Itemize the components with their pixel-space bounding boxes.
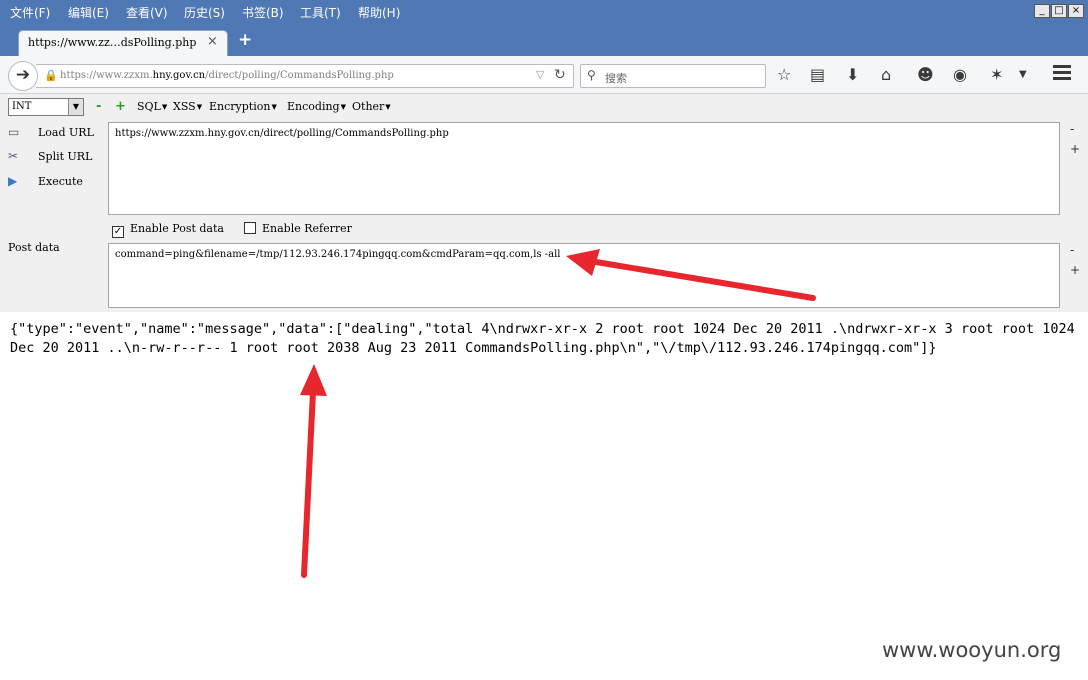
close-window-button[interactable]: ×: [1068, 4, 1084, 18]
back-arrow-icon: ➔: [15, 65, 31, 85]
post-data-textarea[interactable]: command=ping&filename=/tmp/112.93.246.17…: [108, 243, 1060, 308]
new-tab-button[interactable]: +: [238, 30, 252, 50]
menu-help[interactable]: 帮助(H): [358, 4, 400, 21]
post-shrink-button[interactable]: -: [1070, 243, 1074, 257]
load-url-icon: ▭: [8, 125, 20, 139]
menu-xss[interactable]: XSS▼: [173, 100, 202, 113]
menu-encoding[interactable]: Encoding▼: [287, 100, 346, 113]
plus-button[interactable]: +: [115, 99, 126, 114]
execute-button[interactable]: ▶ Execute: [8, 174, 83, 188]
menu-edit[interactable]: 编辑(E): [68, 4, 109, 21]
star-icon[interactable]: ☆: [777, 66, 791, 84]
reading-list-icon[interactable]: ▤: [810, 66, 825, 84]
home-icon[interactable]: ⌂: [881, 66, 891, 84]
smiley-icon[interactable]: ☻: [917, 66, 934, 84]
watermark: www.wooyun.org: [882, 638, 1062, 662]
execute-icon: ▶: [8, 174, 18, 188]
back-button[interactable]: ➔: [8, 61, 38, 91]
tab-close-icon[interactable]: ×: [207, 34, 218, 49]
enable-referrer-checkbox[interactable]: Enable Referrer: [244, 222, 352, 235]
menu-tools[interactable]: 工具(T): [300, 4, 341, 21]
type-select-value: INT: [12, 101, 32, 112]
enable-post-checkbox[interactable]: ✓ Enable Post data: [112, 222, 224, 238]
post-data-label: Post data: [8, 241, 60, 254]
maximize-button[interactable]: □: [1051, 4, 1067, 18]
url-textarea[interactable]: https://www.zzxm.hny.gov.cn/direct/polli…: [108, 122, 1060, 215]
url-shrink-button[interactable]: -: [1070, 122, 1074, 136]
menu-history[interactable]: 历史(S): [184, 4, 225, 21]
url-dropdown-icon[interactable]: ▽: [536, 68, 544, 81]
lock-icon: 🔒: [44, 69, 58, 82]
menu-encryption[interactable]: Encryption▼: [209, 100, 277, 113]
type-select[interactable]: INT ▼: [8, 98, 84, 116]
split-url-icon: ✂: [8, 149, 19, 163]
search-placeholder: 搜索: [605, 72, 627, 85]
url-bar[interactable]: 🔒 https://www.zzxm.hny.gov.cn/direct/pol…: [36, 64, 574, 88]
post-expand-button[interactable]: +: [1070, 263, 1080, 277]
load-url-button[interactable]: ▭ Load URL: [8, 125, 94, 139]
extension-icon[interactable]: ◉: [953, 66, 967, 84]
menu-bookmarks[interactable]: 书签(B): [242, 4, 284, 21]
tab-title: https://www.zz…dsPolling.php: [28, 36, 197, 49]
menu-sql[interactable]: SQL▼: [137, 100, 167, 113]
url-expand-button[interactable]: +: [1070, 142, 1080, 156]
menu-other[interactable]: Other▼: [352, 100, 391, 113]
menu-icon[interactable]: [1053, 65, 1071, 83]
download-icon[interactable]: ⬇: [846, 66, 859, 84]
annotation-arrow-response: [300, 364, 327, 578]
search-input[interactable]: ⚲ 搜索: [580, 64, 766, 88]
split-url-button[interactable]: ✂ Split URL: [8, 149, 92, 163]
tab-strip: https://www.zz…dsPolling.php × +: [0, 24, 1088, 56]
url-text: https://www.zzxm.hny.gov.cn/direct/polli…: [60, 70, 394, 81]
hackbar-panel: INT ▼ - + SQL▼ XSS▼ Encryption▼ Encoding…: [0, 94, 1088, 312]
search-icon: ⚲: [587, 68, 596, 82]
minus-button[interactable]: -: [96, 99, 101, 114]
window-controls: _ □ ×: [1034, 4, 1084, 18]
plugin-icon[interactable]: ✶: [990, 66, 1003, 84]
navigation-bar: 🔒 https://www.zzxm.hny.gov.cn/direct/pol…: [0, 56, 1088, 94]
menu-file[interactable]: 文件(F): [10, 4, 50, 21]
menu-bar: 文件(F) 编辑(E) 查看(V) 历史(S) 书签(B) 工具(T) 帮助(H…: [0, 0, 1088, 24]
response-body: {"type":"event","name":"message","data":…: [10, 321, 1075, 356]
minimize-button[interactable]: _: [1034, 4, 1050, 18]
chevron-down-icon: ▼: [68, 99, 83, 115]
menu-view[interactable]: 查看(V): [126, 4, 168, 21]
browser-tab[interactable]: https://www.zz…dsPolling.php ×: [18, 30, 228, 56]
checkmark-icon: ✓: [112, 226, 124, 238]
reload-icon[interactable]: ↻: [554, 67, 566, 83]
dropdown-icon[interactable]: ▼: [1019, 66, 1027, 84]
